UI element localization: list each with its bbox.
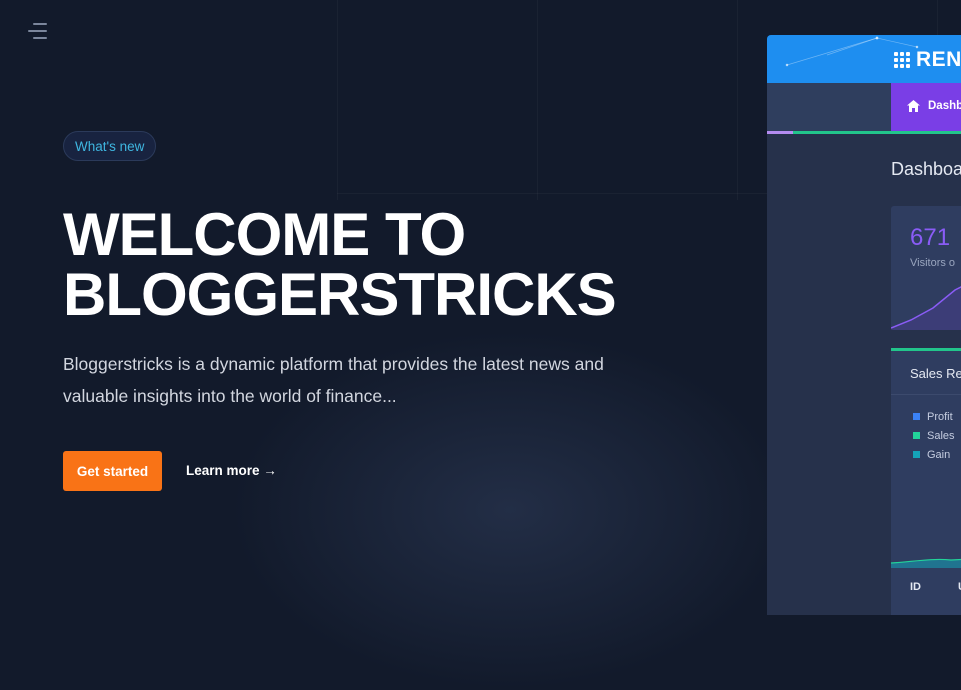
headline-line-2: BLOGGERSTRICKS (63, 261, 617, 328)
visitors-stat-value: 671 (910, 224, 951, 251)
visitors-card: 671 Visitors o (891, 206, 961, 330)
hero-headline: WELCOME TO BLOGGERSTRICKS (63, 201, 617, 328)
preview-page-title: Dashboa (891, 159, 961, 179)
sparkline-chart (891, 286, 961, 330)
legend-swatch (913, 413, 920, 420)
legend-swatch (913, 451, 920, 458)
preview-tab-dashboard: Dashb (891, 83, 961, 131)
divider (891, 394, 961, 395)
hero-description: Bloggerstricks is a dynamic platform tha… (63, 348, 643, 412)
headline-line-1: WELCOME TO (63, 201, 466, 268)
sales-report-card: Sales Re Profit Sales Gain ID U (891, 348, 961, 615)
get-started-button[interactable]: Get started (63, 451, 162, 491)
table-header-id: ID (910, 581, 921, 593)
home-icon (907, 100, 920, 112)
legend-item-sales: Sales (913, 430, 955, 442)
grid-line (337, 193, 767, 194)
grid-line (937, 0, 938, 35)
legend-item-profit: Profit (913, 411, 953, 423)
preview-topbar: REN (767, 35, 961, 83)
area-chart-edge (891, 558, 961, 568)
grid-logo-icon (894, 52, 910, 68)
grid-line (737, 0, 738, 200)
preview-tab-label: Dashb (928, 100, 961, 112)
description-line-1: Bloggerstricks is a dynamic platform tha… (63, 354, 604, 374)
grid-line (337, 0, 338, 200)
dashboard-preview: REN Dashb Dashboa 671 Visitors o Sales R… (767, 35, 961, 615)
description-line-2: valuable insights into the world of fina… (63, 386, 397, 406)
preview-logo-text: REN (916, 48, 961, 71)
whats-new-badge[interactable]: What's new (63, 131, 157, 161)
legend-item-gain: Gain (913, 449, 950, 461)
card-accent-bar (891, 348, 961, 351)
sales-report-title: Sales Re (910, 366, 961, 381)
hamburger-menu-icon[interactable] (27, 22, 47, 40)
visitors-stat-label: Visitors o (910, 257, 956, 269)
learn-more-link[interactable]: Learn more → (186, 463, 277, 478)
legend-swatch (913, 432, 920, 439)
grid-line (537, 0, 538, 200)
